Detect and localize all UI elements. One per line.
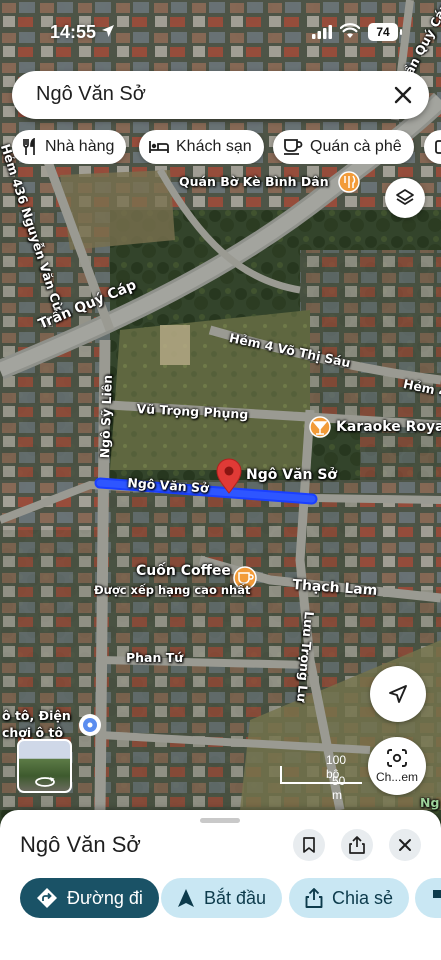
wifi-icon xyxy=(340,23,360,38)
chip-label: Khách sạn xyxy=(176,138,252,155)
bookmark-icon xyxy=(303,837,315,853)
lens-button[interactable]: Ch...em xyxy=(368,737,426,795)
layers-button[interactable] xyxy=(385,178,425,218)
navigation-arrow-icon xyxy=(389,685,407,703)
map-label-cafe-rating: Được xếp hạng cao nhất xyxy=(94,583,251,597)
lens-label: Ch...em xyxy=(375,770,418,784)
map-label-selected[interactable]: Ngô Văn Sở xyxy=(246,467,337,483)
chip-more[interactable] xyxy=(424,130,441,164)
close-icon xyxy=(399,839,411,851)
chip-label: Nhà hàng xyxy=(45,138,115,155)
place-bottom-sheet[interactable]: Ngô Văn Sở Đường đi Bắt đầu Chia sẻ xyxy=(0,810,441,960)
restaurant-icon xyxy=(23,138,35,155)
directions-icon xyxy=(37,888,57,908)
chip-restaurants[interactable]: Nhà hàng xyxy=(12,130,127,164)
search-bar[interactable]: Ngô Văn Sở xyxy=(12,71,429,119)
map-label-poi[interactable]: chợi ô tô xyxy=(2,725,63,740)
directions-button[interactable]: Đường đi xyxy=(20,878,159,918)
close-icon[interactable] xyxy=(391,83,415,107)
navigation-arrow-icon xyxy=(178,889,194,907)
chip-hotels[interactable]: Khách sạn xyxy=(139,130,264,164)
karaoke-poi-icon xyxy=(309,416,331,438)
camera-search-icon xyxy=(387,749,407,767)
cafe-icon xyxy=(284,139,303,155)
chip-label: Quán cà phê xyxy=(310,138,402,155)
directions-label: Đường đi xyxy=(67,887,143,908)
map-label-poi[interactable]: ô tô, Điện xyxy=(2,708,71,723)
chip-cafes[interactable]: Quán cà phê xyxy=(273,130,414,164)
street-view-thumbnail[interactable] xyxy=(17,739,72,793)
status-time: 14:55 xyxy=(50,22,97,42)
share-label: Chia sẻ xyxy=(332,887,394,908)
category-chips: Nhà hàng Khách sạn Quán cà phê xyxy=(12,130,441,164)
share-icon xyxy=(305,888,323,908)
action-buttons: Đường đi Bắt đầu Chia sẻ xyxy=(20,878,441,918)
close-sheet-button[interactable] xyxy=(389,829,421,861)
flag-icon xyxy=(433,890,441,907)
rotate-360-icon xyxy=(35,777,55,787)
save-button[interactable] xyxy=(293,829,325,861)
place-title: Ngô Văn Sở xyxy=(20,832,141,857)
map-label-restaurant[interactable]: Quán Bờ Kè Bình Dân xyxy=(179,174,329,189)
map-label-street: Ngô Sỹ Liên xyxy=(97,374,115,459)
map-label-cafe[interactable]: Cuốn Coffee xyxy=(136,563,231,579)
start-label: Bắt đầu xyxy=(204,887,267,908)
layers-icon xyxy=(396,189,414,205)
map-label-karaoke[interactable]: Karaoke Royal xyxy=(336,419,441,435)
location-arrow-icon xyxy=(102,25,114,37)
start-button[interactable]: Bắt đầu xyxy=(161,878,283,918)
my-location-button[interactable] xyxy=(370,666,426,722)
scale-bottom-label: 50 m xyxy=(332,774,346,802)
share-header-button[interactable] xyxy=(341,829,373,861)
share-icon xyxy=(349,836,365,854)
more-action-button[interactable] xyxy=(415,878,441,918)
map-label-poi: Ng xyxy=(420,795,440,810)
search-query[interactable]: Ngô Văn Sở xyxy=(36,83,146,106)
sheet-drag-handle[interactable] xyxy=(200,818,240,823)
scale-bar xyxy=(280,766,362,784)
battery-level: 74 xyxy=(376,25,390,39)
restaurant-poi-icon xyxy=(338,171,360,193)
share-button[interactable]: Chia sẻ xyxy=(289,878,410,918)
current-location-marker-icon xyxy=(79,714,101,736)
cellular-signal-icon xyxy=(312,25,332,39)
map-label-street: Phan Tứ xyxy=(126,650,184,665)
more-category-icon xyxy=(435,140,441,154)
status-bar: 14:55 74 xyxy=(0,0,441,64)
battery-indicator: 74 xyxy=(368,23,402,41)
hotel-icon xyxy=(149,141,169,153)
